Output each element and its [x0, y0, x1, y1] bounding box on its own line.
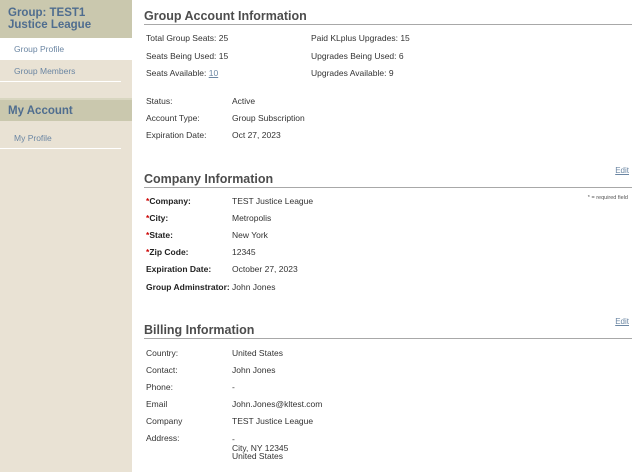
seats-available-row: Seats Available: 10	[146, 68, 218, 79]
upgrades-available-value: 9	[388, 68, 394, 78]
company-row: *Company: TEST Justice League	[146, 196, 446, 207]
upgrades-used-label: Upgrades Being Used:	[311, 51, 397, 61]
city-label: City:	[149, 213, 169, 223]
group-account-title: Group Account Information	[144, 9, 307, 23]
paid-upgrades-label: Paid KLplus Upgrades:	[311, 33, 398, 43]
total-seats-value: 25	[218, 33, 229, 43]
paid-upgrades-value: 15	[400, 33, 410, 43]
seats-used-label: Seats Being Used:	[146, 51, 217, 61]
email-row: Email John.Jones@kltest.com	[146, 399, 446, 410]
expiration-value: Oct 27, 2023	[232, 130, 281, 140]
sidebar: Group: TEST1 Justice League Group Profil…	[0, 0, 132, 472]
phone-value: -	[232, 382, 235, 392]
state-label: State:	[149, 230, 173, 240]
company-heading: Company Information Edit	[144, 166, 632, 188]
address-row: Address: - City, NY 12345 United States	[146, 433, 446, 467]
upgrades-available-label: Upgrades Available:	[311, 68, 387, 78]
billing-heading: Billing Information Edit	[144, 317, 632, 339]
upgrades-available-row: Upgrades Available: 9	[311, 68, 394, 79]
my-account-title: My Account	[0, 98, 132, 121]
contact-row: Contact: John Jones	[146, 365, 446, 376]
upgrades-used-row: Upgrades Being Used: 6	[311, 51, 404, 62]
billing-edit-link[interactable]: Edit	[615, 313, 629, 331]
group-title: Group: TEST1 Justice League	[0, 0, 132, 38]
seats-available-label: Seats Available:	[146, 68, 207, 78]
account-type-label: Account Type:	[146, 113, 200, 123]
company-label: Company:	[149, 196, 191, 206]
company-edit-link[interactable]: Edit	[615, 162, 629, 180]
seats-used-row: Seats Being Used: 15	[146, 51, 228, 62]
expiration-row: Expiration Date: Oct 27, 2023	[146, 130, 446, 141]
paid-upgrades-row: Paid KLplus Upgrades: 15	[311, 33, 410, 44]
sidebar-item-my-profile[interactable]: My Profile	[0, 127, 121, 149]
country-value: United States	[232, 348, 284, 358]
phone-row: Phone: -	[146, 382, 446, 393]
state-row: *State: New York	[146, 230, 446, 241]
seats-used-value: 15	[218, 51, 229, 61]
status-row: Status: Active	[146, 96, 446, 107]
company-expiration-label: Expiration Date:	[146, 264, 212, 274]
billing-company-row: Company TEST Justice League	[146, 416, 446, 427]
state-value: New York	[232, 230, 268, 240]
status-value: Active	[232, 96, 256, 106]
zip-label: Zip Code:	[149, 247, 189, 257]
address-label: Address:	[146, 433, 180, 443]
account-type-row: Account Type: Group Subscription	[146, 113, 446, 124]
account-type-value: Group Subscription	[232, 113, 305, 123]
sidebar-item-group-members[interactable]: Group Members	[0, 60, 121, 82]
required-field-note: * = required field	[587, 195, 628, 201]
country-row: Country: United States	[146, 348, 446, 359]
billing-company-label: Company	[146, 416, 183, 426]
address-line-3: United States	[232, 451, 284, 461]
seats-available-link[interactable]: 10	[209, 68, 218, 78]
admin-row: Group Adminstrator: John Jones	[146, 282, 446, 293]
country-label: Country:	[146, 348, 179, 358]
expiration-label: Expiration Date:	[146, 130, 207, 140]
group-account-heading: Group Account Information	[144, 7, 632, 25]
billing-company-value: TEST Justice League	[232, 416, 314, 426]
sidebar-item-group-profile[interactable]: Group Profile	[0, 38, 132, 60]
contact-value: John Jones	[232, 365, 276, 375]
contact-label: Contact:	[146, 365, 178, 375]
zip-value: 12345	[232, 247, 256, 257]
status-label: Status:	[146, 96, 173, 106]
billing-title: Billing Information	[144, 323, 255, 337]
company-title: Company Information	[144, 172, 274, 186]
upgrades-used-value: 6	[398, 51, 404, 61]
admin-value: John Jones	[232, 282, 276, 292]
email-label: Email	[146, 399, 168, 409]
company-expiration-value: October 27, 2023	[232, 264, 298, 274]
total-seats-row: Total Group Seats: 25	[146, 33, 228, 44]
email-value: John.Jones@kltest.com	[232, 399, 323, 409]
company-expiration-row: Expiration Date: October 27, 2023	[146, 264, 446, 275]
company-value: TEST Justice League	[232, 196, 314, 206]
phone-label: Phone:	[146, 382, 173, 392]
city-value: Metropolis	[232, 213, 272, 223]
admin-label: Group Adminstrator:	[146, 282, 230, 292]
total-seats-label: Total Group Seats:	[146, 33, 217, 43]
city-row: *City: Metropolis	[146, 213, 446, 224]
address-value: - City, NY 12345 United States	[232, 435, 288, 461]
zip-row: *Zip Code: 12345	[146, 247, 446, 258]
